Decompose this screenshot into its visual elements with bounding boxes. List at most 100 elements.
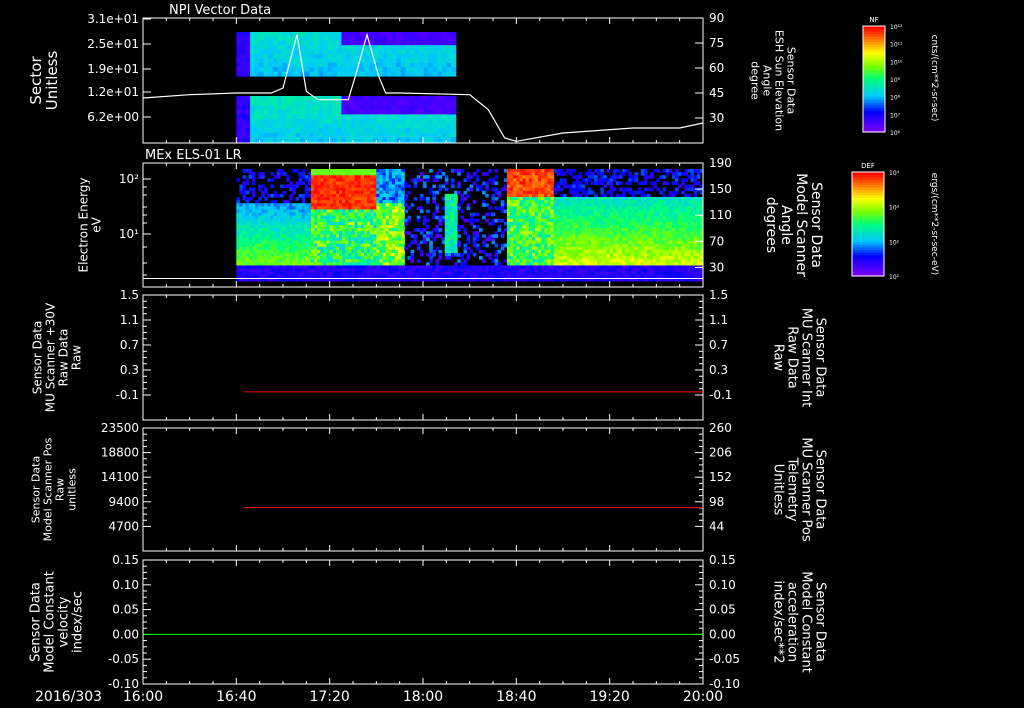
els-spectrogram-cell — [535, 181, 539, 186]
npi-spectrogram-cell — [405, 137, 411, 143]
els-spectrogram-cell — [550, 209, 555, 214]
els-spectrogram-cell — [603, 271, 608, 276]
els-spectrogram-cell — [314, 206, 318, 210]
npi-spectrogram-cell — [409, 45, 416, 51]
npi-spectrogram-cell — [323, 132, 329, 138]
els-spectrogram-cell — [298, 225, 303, 229]
els-spectrogram-cell — [413, 178, 418, 182]
els-spectrogram-cell — [251, 193, 256, 198]
els-spectrogram-cell — [563, 268, 567, 273]
els-spectrogram-cell — [550, 265, 555, 270]
els-spectrogram-cell — [264, 221, 268, 226]
els-spectrogram-cell — [522, 209, 527, 214]
els-spectrogram-cell — [587, 237, 592, 242]
els-spectrogram-cell — [391, 231, 396, 235]
els-spectrogram-cell — [503, 274, 508, 279]
els-spectrogram-cell — [606, 259, 611, 263]
els-spectrogram-cell — [541, 187, 545, 192]
els-spectrogram-cell — [631, 246, 636, 251]
npi-spectrogram-cell — [250, 45, 256, 51]
npi-spectrogram-cell — [423, 109, 429, 115]
npi-spectrogram-cell — [309, 109, 315, 115]
els-spectrogram-cell — [488, 274, 492, 279]
els-spectrogram-cell — [488, 265, 492, 270]
npi-spectrogram-cell — [355, 54, 361, 59]
els-spectrogram-cell — [323, 218, 328, 223]
els-spectrogram-cell — [286, 265, 290, 270]
els-spectrogram-cell — [622, 271, 626, 276]
els-spectrogram-cell — [270, 184, 275, 189]
els-spectrogram-cell — [382, 215, 387, 220]
els-spectrogram-cell — [251, 228, 256, 232]
els-spectrogram-cell — [569, 246, 573, 251]
els-spectrogram-cell — [522, 178, 527, 182]
npi-spectrogram-cell — [336, 96, 343, 102]
els-spectrogram-cell — [264, 206, 268, 210]
npi-spectrogram-cell — [272, 62, 279, 68]
npi-spectrogram-cell — [304, 36, 311, 42]
npi-spectrogram-cell — [236, 40, 242, 46]
els-spectrogram-cell — [354, 172, 359, 176]
npi-spectrogram-cell — [451, 54, 457, 59]
els-spectrogram-cell — [559, 206, 564, 210]
npi-spectrogram-cell — [300, 32, 306, 37]
els-spectrogram-cell — [584, 193, 589, 198]
npi-spectrogram-cell — [428, 137, 434, 143]
els-spectrogram-cell — [332, 203, 337, 207]
els-spectrogram-cell — [242, 231, 247, 235]
els-spectrogram-cell — [553, 209, 558, 214]
npi-spectrogram-cell — [277, 36, 283, 42]
els-spectrogram-cell — [594, 225, 598, 229]
els-spectrogram-cell — [314, 190, 318, 195]
els-spectrogram-cell — [345, 178, 349, 182]
els-spectrogram-cell — [388, 181, 393, 186]
els-spectrogram-cell — [500, 203, 505, 207]
els-spectrogram-cell — [345, 218, 349, 223]
els-spectrogram-cell — [395, 240, 399, 245]
els-spectrogram-cell — [335, 271, 340, 276]
els-spectrogram-cell — [631, 212, 636, 217]
npi-spectrogram-cell — [341, 132, 347, 138]
npi-spectrogram-cell — [350, 123, 356, 129]
npi-spectrogram-cell — [364, 45, 370, 51]
els-spectrogram-cell — [360, 243, 365, 248]
els-spectrogram-cell — [357, 215, 362, 220]
els-spectrogram-cell — [625, 206, 629, 210]
npi-spectrogram-cell — [327, 62, 333, 68]
els-spectrogram-cell — [522, 237, 527, 242]
npi-spectrogram-cell — [423, 32, 429, 37]
els-spectrogram-cell — [550, 206, 555, 210]
npi-spectrogram-cell — [373, 49, 379, 55]
els-spectrogram-cell — [255, 246, 259, 251]
npi-spectrogram-cell — [432, 45, 438, 51]
npi-spectrogram-cell — [304, 40, 311, 46]
els-spectrogram-cell — [382, 197, 387, 201]
npi-spectrogram-cell — [327, 67, 333, 73]
els-spectrogram-cell — [317, 228, 321, 232]
els-spectrogram-cell — [311, 262, 315, 266]
els-spectrogram-cell — [363, 209, 368, 214]
els-spectrogram-cell — [628, 237, 632, 242]
els-spectrogram-cell — [286, 256, 290, 260]
npi-spectrogram-cell — [423, 67, 429, 73]
els-spectrogram-cell — [413, 274, 418, 279]
els-spectrogram-cell — [423, 237, 427, 242]
els-spectrogram-cell — [429, 256, 433, 260]
els-spectrogram-cell — [457, 190, 461, 195]
npi-spectrogram-cell — [387, 137, 393, 143]
npi-spectrogram-cell — [423, 96, 429, 102]
els-spectrogram-cell — [307, 253, 312, 257]
els-spectrogram-cell — [255, 268, 259, 273]
els-spectrogram-cell — [650, 206, 654, 210]
els-spectrogram-cell — [276, 169, 281, 173]
els-spectrogram-cell — [538, 172, 542, 176]
els-spectrogram-cell — [637, 237, 642, 242]
els-spectrogram-cell — [647, 193, 651, 198]
els-spectrogram-cell — [276, 265, 281, 270]
els-spectrogram-cell — [603, 200, 608, 204]
els-spectrogram-cell — [401, 237, 405, 242]
els-spectrogram-cell — [606, 178, 611, 182]
els-spectrogram-cell — [597, 243, 601, 248]
els-spectrogram-cell — [255, 221, 259, 226]
els-spectrogram-cell — [528, 240, 533, 245]
